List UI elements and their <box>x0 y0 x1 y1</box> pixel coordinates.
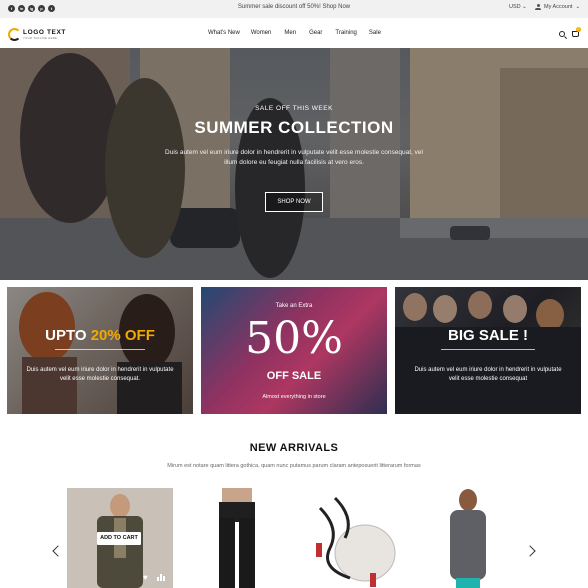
chevron-down-icon: ⌄ <box>522 4 527 10</box>
hero-description: Duis autem vel eum iriure dolor in hendr… <box>165 149 423 166</box>
banner-percent: 50% <box>245 313 343 364</box>
logo-text: LOGO TEXT <box>23 28 66 36</box>
chevron-down-icon: ⌄ <box>575 4 581 10</box>
shop-now-button[interactable]: SHOP NOW <box>265 192 323 212</box>
product-image <box>316 496 396 587</box>
account-label: My Account <box>544 4 573 10</box>
product-card[interactable] <box>300 488 406 588</box>
promo-text[interactable]: Summer sale discount off 50%! Shop Now <box>0 4 588 10</box>
banner-title-prefix: UPTO <box>45 327 91 344</box>
divider <box>441 349 535 350</box>
product-image <box>450 489 486 588</box>
nav-women[interactable]: Women <box>251 30 272 36</box>
cart-count-badge: 0 <box>576 27 581 32</box>
hero-title: SUMMER COLLECTION <box>194 118 394 137</box>
section-title: NEW ARRIVALS <box>249 442 339 454</box>
nav-gear[interactable]: Gear <box>309 30 322 36</box>
carousel-next-arrow-icon[interactable] <box>524 545 536 557</box>
compare-icon[interactable] <box>157 574 165 581</box>
banner-pretitle: Take an Extra <box>275 303 313 309</box>
nav-whats-new[interactable]: What's New <box>208 30 240 36</box>
carousel-prev-arrow-icon[interactable] <box>52 545 64 557</box>
currency-select[interactable]: USD ⌄ <box>509 4 527 10</box>
top-bar: f in ig p t Summer sale discount off 50%… <box>0 0 588 18</box>
banner-note: Almost everything in store <box>262 394 326 400</box>
logo-tagline: YOUR TAGLINE HERE <box>23 35 58 40</box>
banner-off-sale: OFF SALE <box>266 370 322 382</box>
add-to-cart-button[interactable]: ADD TO CART <box>97 532 141 545</box>
banner-title-accent: 20% OFF <box>90 327 155 344</box>
nav-training[interactable]: Training <box>335 30 356 36</box>
hero-subtitle: SALE OFF THIS WEEK <box>255 105 333 112</box>
heart-icon[interactable]: ♥ <box>143 573 148 582</box>
user-icon <box>535 4 541 10</box>
banner-title: UPTO 20% OFF <box>7 327 193 344</box>
search-icon[interactable] <box>559 31 565 37</box>
hero-banner: SALE OFF THIS WEEK SUMMER COLLECTION Dui… <box>0 48 588 280</box>
nav-men[interactable]: Men <box>284 30 296 36</box>
banner-title: BIG SALE ! <box>447 327 528 344</box>
product-image <box>219 488 255 588</box>
banner-description: Duis autem vel eum iriure dolor in hendr… <box>414 367 562 382</box>
promo-banner-50-off[interactable]: Take an Extra 50% OFF SALE Almost everyt… <box>201 287 387 414</box>
main-header: LOGO TEXT YOUR TAGLINE HERE What's New W… <box>0 18 588 48</box>
section-subtitle: Mirum est notare quam littera gothica, q… <box>167 463 421 469</box>
product-card[interactable] <box>184 488 290 588</box>
promo-banner-big-sale[interactable]: BIG SALE ! Duis autem vel eum iriure dol… <box>395 287 581 414</box>
divider <box>55 349 145 350</box>
currency-label: USD <box>509 4 521 10</box>
account-menu[interactable]: My Account ⌄ <box>535 4 580 10</box>
main-nav: What's New Women Men Gear Training Sale <box>208 30 381 36</box>
promo-banner-upto-20[interactable]: UPTO 20% OFF Duis autem vel eum iriure d… <box>7 287 193 414</box>
product-card[interactable] <box>416 488 522 588</box>
logo[interactable]: LOGO TEXT YOUR TAGLINE HERE <box>8 26 66 42</box>
nav-sale[interactable]: Sale <box>369 30 381 36</box>
logo-mark-icon <box>8 27 21 41</box>
banner-description: Duis autem vel eum iriure dolor in hendr… <box>26 367 174 382</box>
